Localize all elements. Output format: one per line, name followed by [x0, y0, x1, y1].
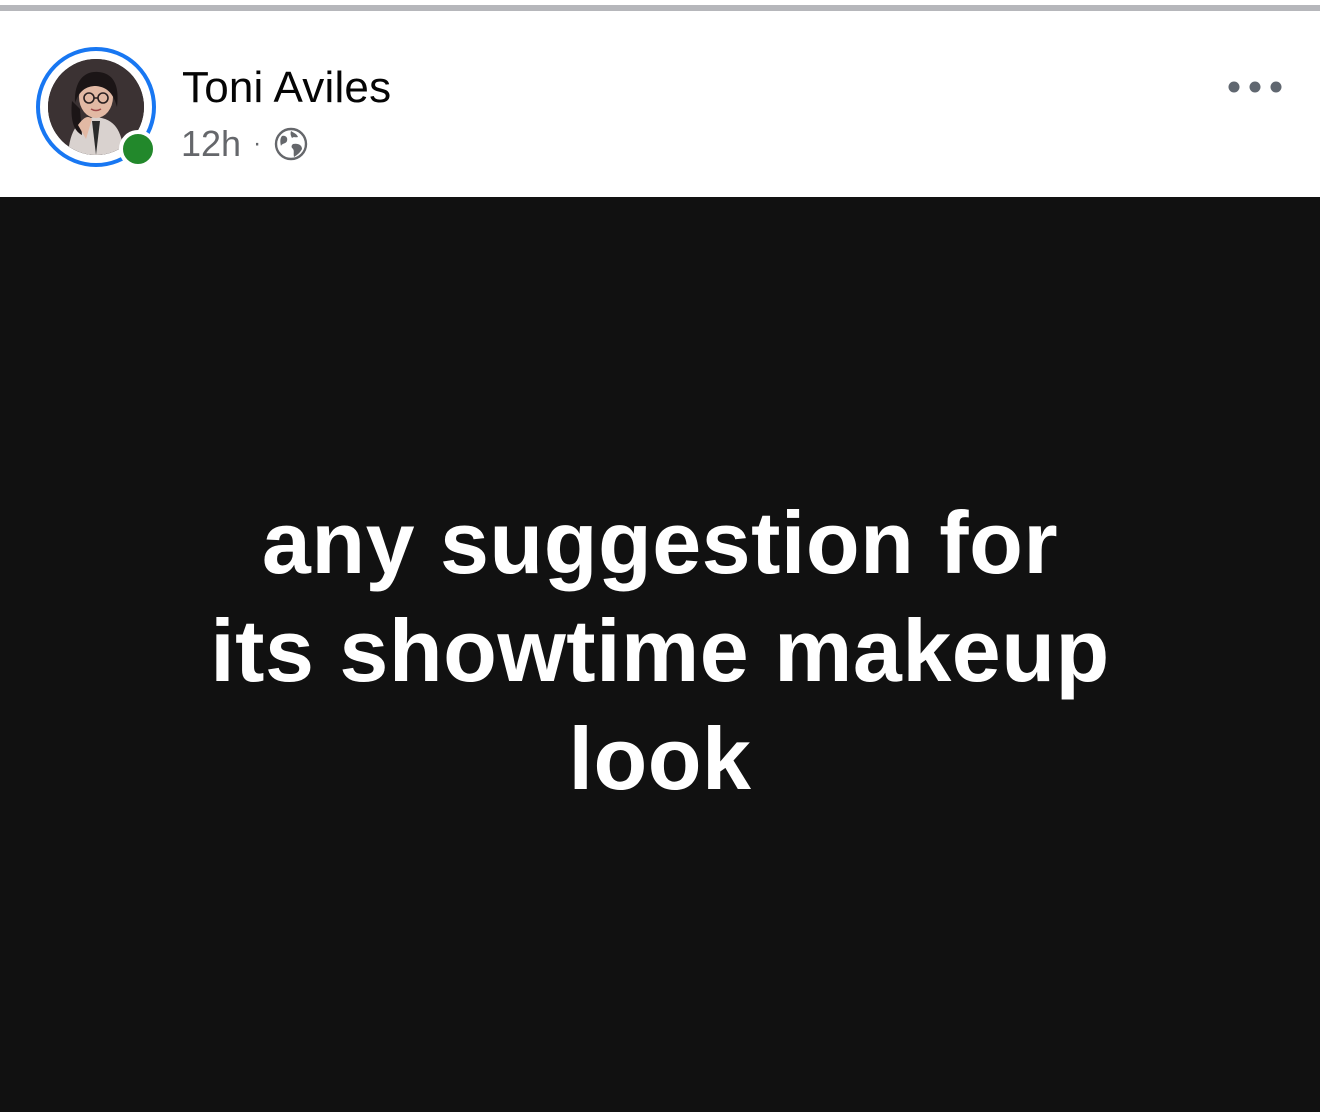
post-text-line: its showtime makeup [210, 601, 1110, 700]
author-name[interactable]: Toni Aviles [182, 63, 391, 113]
meta-separator: · [253, 130, 262, 157]
post-header: Toni Aviles 12h · [0, 11, 1320, 197]
post-text-line: look [568, 709, 752, 808]
author-avatar-wrapper[interactable] [36, 47, 157, 168]
post-content-background[interactable]: any suggestion for its showtime makeup l… [0, 197, 1320, 1112]
post-time[interactable]: 12h [181, 123, 241, 165]
more-options-button[interactable] [1222, 63, 1288, 111]
more-options-icon [1228, 81, 1282, 93]
online-status-indicator [119, 130, 157, 168]
globe-icon[interactable] [273, 126, 309, 162]
post-text: any suggestion for its showtime makeup l… [60, 489, 1260, 813]
post-meta: 12h · [181, 121, 309, 167]
post-text-line: any suggestion for [261, 493, 1059, 592]
